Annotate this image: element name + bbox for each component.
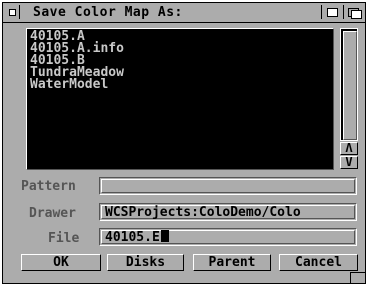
drawer-label: Drawer [29,206,76,221]
file-list[interactable]: 40105.A 40105.A.info 40105.B TundraMeado… [26,28,334,170]
drawer-field[interactable]: WCSProjects:ColoDemo/Colo [99,203,357,221]
scroll-up-button[interactable]: Λ [340,142,358,155]
disks-button[interactable]: Disks [107,254,184,271]
text-cursor [160,230,169,242]
pattern-label: Pattern [21,179,76,194]
resize-icon[interactable] [350,272,365,283]
close-icon[interactable] [5,5,20,19]
list-item[interactable]: WaterModel [30,78,333,91]
save-color-map-dialog: Save Color Map As: 40105.A 40105.A.info … [2,2,366,284]
file-label: File [48,231,80,246]
scrollbar[interactable] [340,28,358,141]
ok-button[interactable]: OK [21,254,101,271]
cancel-button[interactable]: Cancel [279,254,358,271]
scrollbar-knob[interactable] [343,31,357,140]
pattern-field[interactable] [99,177,357,195]
drawer-value: WCSProjects:ColoDemo/Colo [105,205,301,220]
title-bar[interactable]: Save Color Map As: [3,3,365,23]
parent-button[interactable]: Parent [193,254,271,271]
scroll-down-button[interactable]: V [340,156,358,169]
depth-icon[interactable] [343,5,363,19]
file-field[interactable]: 40105.E [99,228,357,246]
window-title: Save Color Map As: [33,5,183,20]
file-value: 40105.E [105,230,160,245]
zoom-icon[interactable] [321,5,341,19]
